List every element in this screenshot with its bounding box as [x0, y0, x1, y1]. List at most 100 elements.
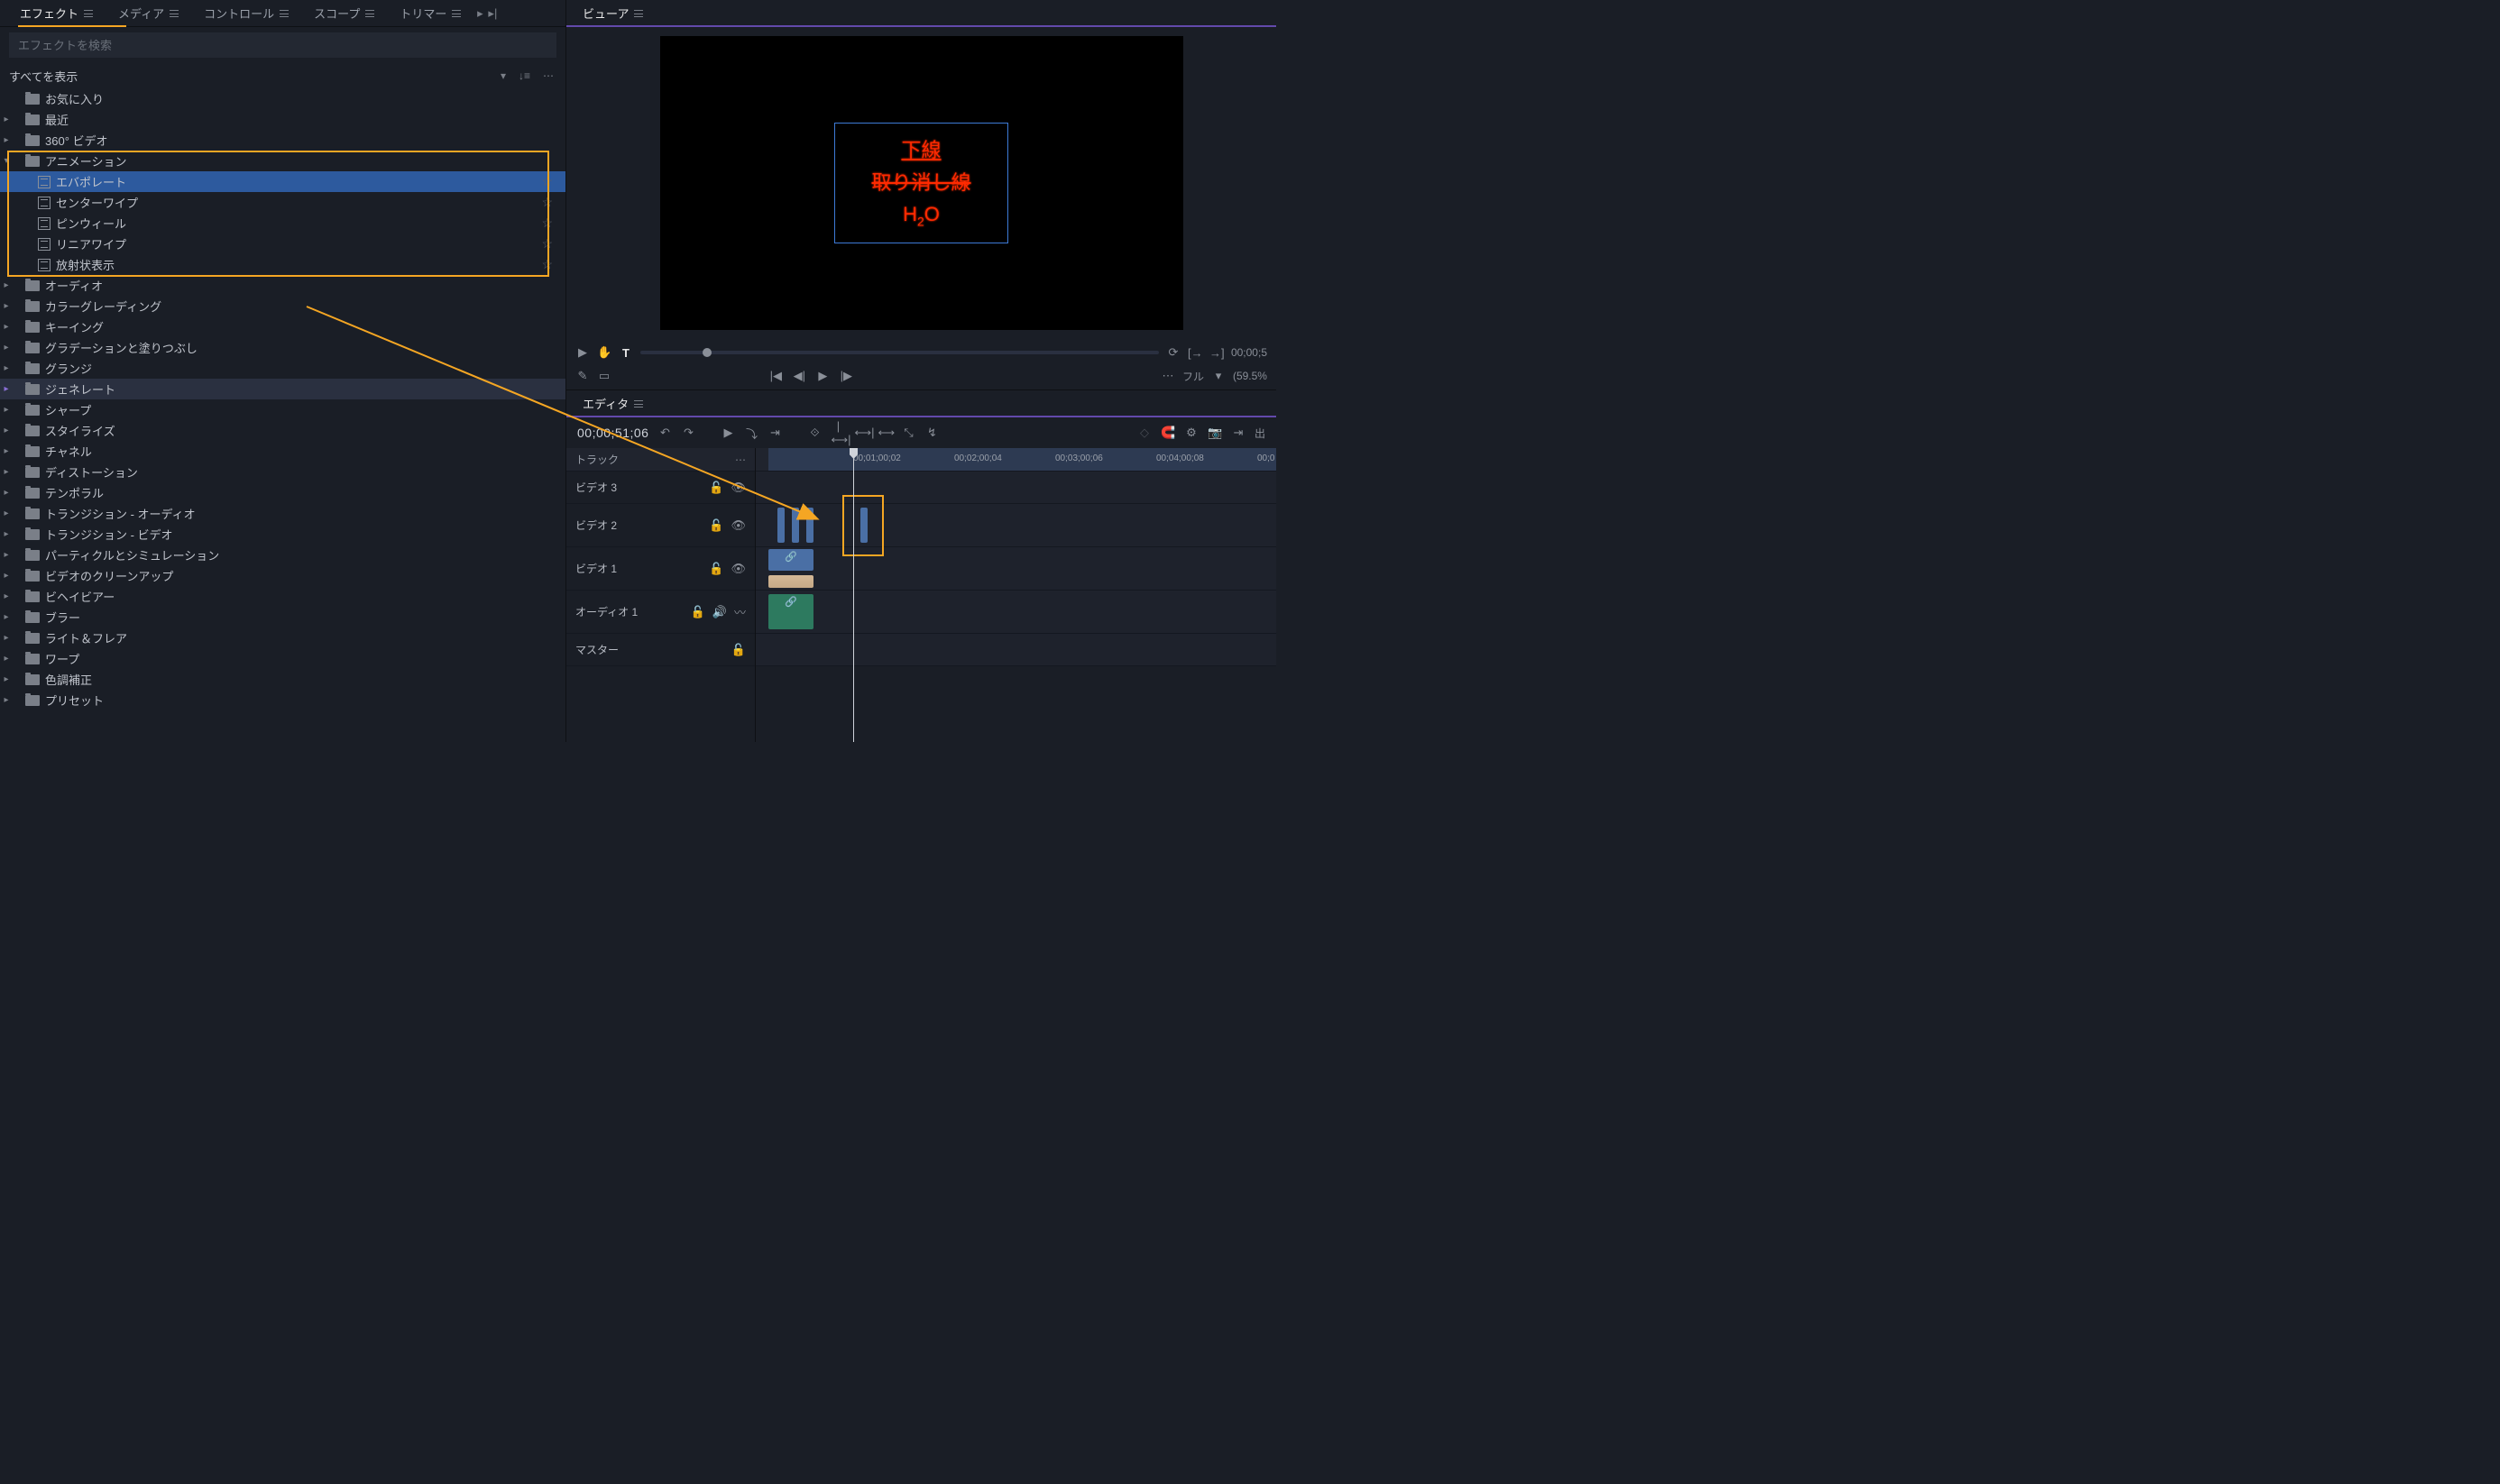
hand-tool-icon[interactable]: ✋	[597, 345, 611, 360]
loop-icon[interactable]: ⟳	[1166, 345, 1181, 360]
tree-folder[interactable]: ▸キーイング	[0, 316, 565, 337]
scrubber-thumb[interactable]	[703, 348, 712, 357]
settings-icon[interactable]: ⚙	[1184, 426, 1199, 440]
insert-tool-icon[interactable]: ⤵	[744, 425, 758, 442]
eye-icon[interactable]: 👁	[731, 481, 746, 495]
tree-folder[interactable]: ▸トランジション - オーディオ	[0, 503, 565, 524]
tab-trimmer[interactable]: トリマー	[387, 0, 473, 27]
tree-folder[interactable]: ▸プリセット	[0, 690, 565, 710]
tree-folder[interactable]: ▸ビデオのクリーンアップ	[0, 565, 565, 586]
scrubber[interactable]	[640, 351, 1159, 354]
slide-tool-icon[interactable]: ⟷	[878, 426, 892, 440]
snap-icon[interactable]: 🧲	[1161, 426, 1175, 440]
text-selection-box[interactable]: 下線 取り消し線 H2O	[834, 123, 1007, 243]
tab-controls[interactable]: コントロール	[191, 0, 301, 27]
in-out-icon[interactable]: [→	[1188, 346, 1202, 360]
sort-icon[interactable]: ↓≡	[516, 69, 533, 82]
track-label-v3[interactable]: ビデオ 3🔓👁	[566, 472, 755, 504]
track-label-v2[interactable]: ビデオ 2🔓👁	[566, 504, 755, 547]
lock-icon[interactable]: 🔓	[709, 481, 723, 495]
editor-timecode[interactable]: 00;00;51;06	[577, 426, 648, 440]
tree-folder[interactable]: ▸ワープ	[0, 648, 565, 669]
ripple-tool-icon[interactable]: |⟷|	[831, 419, 845, 447]
filter-label[interactable]: すべてを表示	[9, 68, 491, 85]
goto-start-icon[interactable]: |◀	[768, 369, 783, 383]
options-icon[interactable]: ⋯	[1161, 369, 1175, 383]
eye-icon[interactable]: 👁	[731, 562, 746, 576]
tree-folder[interactable]: ▸シャープ	[0, 399, 565, 420]
tab-editor[interactable]: エディタ	[570, 390, 656, 417]
tree-folder[interactable]: ▸ディストーション	[0, 462, 565, 482]
tree-effect-item[interactable]: ピンウィール☆	[0, 213, 565, 234]
favorite-star-icon[interactable]: ☆	[536, 257, 558, 272]
track-area[interactable]: 00;01;00;02 00;02;00;04 00;03;00;06 00;0…	[756, 448, 1276, 742]
track-lane-v2[interactable]	[756, 504, 1276, 547]
redo-icon[interactable]: ↷	[681, 426, 695, 440]
tree-folder[interactable]: ▸トランジション - ビデオ	[0, 524, 565, 545]
tree-folder[interactable]: ▸色調補正	[0, 669, 565, 690]
tree-folder[interactable]: ▸チャネル	[0, 441, 565, 462]
tab-viewer[interactable]: ビューア	[570, 0, 656, 27]
search-input[interactable]	[9, 32, 556, 58]
track-lane-a1[interactable]: 🔗	[756, 591, 1276, 634]
tab-media[interactable]: メディア	[106, 0, 191, 27]
tree-folder[interactable]: ▸ビヘイビアー	[0, 586, 565, 607]
favorite-star-icon[interactable]: ☆	[536, 174, 558, 189]
video-clip[interactable]	[806, 508, 813, 543]
tree-folder[interactable]: ▸ライト＆フレア	[0, 627, 565, 648]
snapshot-icon[interactable]: 📷	[1208, 426, 1222, 440]
favorite-star-icon[interactable]: ☆	[536, 215, 558, 231]
link-tool-icon[interactable]: ⟐	[807, 426, 822, 440]
track-label-master[interactable]: マスター🔓	[566, 634, 755, 666]
dropdown-icon[interactable]: ▾	[498, 69, 509, 82]
tree-folder[interactable]: ▸カラーグレーディング	[0, 296, 565, 316]
play-button-icon[interactable]: ▶	[815, 369, 830, 383]
tree-effect-item[interactable]: 放射状表示☆	[0, 254, 565, 275]
razor-tool-icon[interactable]: ↯	[924, 426, 939, 440]
audio-sync-icon[interactable]: ◇	[1137, 426, 1152, 440]
tab-scopes[interactable]: スコープ	[301, 0, 387, 27]
step-fwd-icon[interactable]: |▶	[839, 369, 853, 383]
pen-tool-icon[interactable]: ✎	[575, 369, 590, 383]
tab-scroll-right-icon[interactable]: ▸	[473, 6, 486, 21]
tree-folder-animation[interactable]: ▾アニメーション	[0, 151, 565, 171]
video-clip[interactable]	[792, 508, 799, 543]
tree-folder[interactable]: ▸ブラー	[0, 607, 565, 627]
timeline-ruler[interactable]: 00;01;00;02 00;02;00;04 00;03;00;06 00;0…	[756, 448, 1276, 472]
tree-folder[interactable]: ▸360° ビデオ	[0, 130, 565, 151]
export-icon[interactable]: ⇥	[1231, 426, 1245, 440]
tree-folder[interactable]: ▸最近	[0, 109, 565, 130]
speaker-icon[interactable]: 🔊	[712, 605, 727, 619]
lock-icon[interactable]: 🔓	[709, 518, 723, 533]
select-tool-icon[interactable]: ▶	[721, 426, 735, 440]
track-lane-master[interactable]	[756, 634, 1276, 666]
lock-icon[interactable]: 🔓	[731, 643, 746, 657]
tree-folder[interactable]: お気に入り	[0, 88, 565, 109]
undo-icon[interactable]: ↶	[657, 426, 672, 440]
tree-folder[interactable]: ▸グランジ	[0, 358, 565, 379]
waveform-icon[interactable]: 〰	[734, 603, 746, 620]
tree-folder[interactable]: ▸オーディオ	[0, 275, 565, 296]
lock-icon[interactable]: 🔓	[691, 605, 705, 619]
more-icon[interactable]: ⋯	[540, 69, 556, 82]
track-lane-v3[interactable]	[756, 472, 1276, 504]
track-menu-icon[interactable]: ⋯	[735, 453, 746, 466]
tree-folder[interactable]: ▸テンポラル	[0, 482, 565, 503]
slip-tool-icon[interactable]: ⟷|	[854, 426, 869, 440]
lock-icon[interactable]: 🔓	[709, 562, 723, 576]
tree-effect-item[interactable]: エバポレート☆	[0, 171, 565, 192]
out-icon[interactable]: →]	[1209, 346, 1224, 360]
tree-folder[interactable]: ▸ジェネレート	[0, 379, 565, 399]
zoom-label[interactable]: (59.5%	[1233, 370, 1267, 382]
tree-effect-item[interactable]: リニアワイプ☆	[0, 234, 565, 254]
mask-tool-icon[interactable]: ▭	[597, 369, 611, 383]
audio-clip[interactable]: 🔗	[768, 594, 813, 629]
play-icon[interactable]: ▶	[575, 345, 590, 360]
quality-label[interactable]: フル	[1182, 369, 1204, 384]
video-clip[interactable]	[777, 508, 785, 543]
rate-tool-icon[interactable]: ⤡	[901, 426, 915, 440]
tab-effects[interactable]: エフェクト	[7, 0, 106, 27]
eye-icon[interactable]: 👁	[731, 518, 746, 533]
playhead[interactable]	[853, 448, 854, 742]
tree-effect-item[interactable]: センターワイプ☆	[0, 192, 565, 213]
